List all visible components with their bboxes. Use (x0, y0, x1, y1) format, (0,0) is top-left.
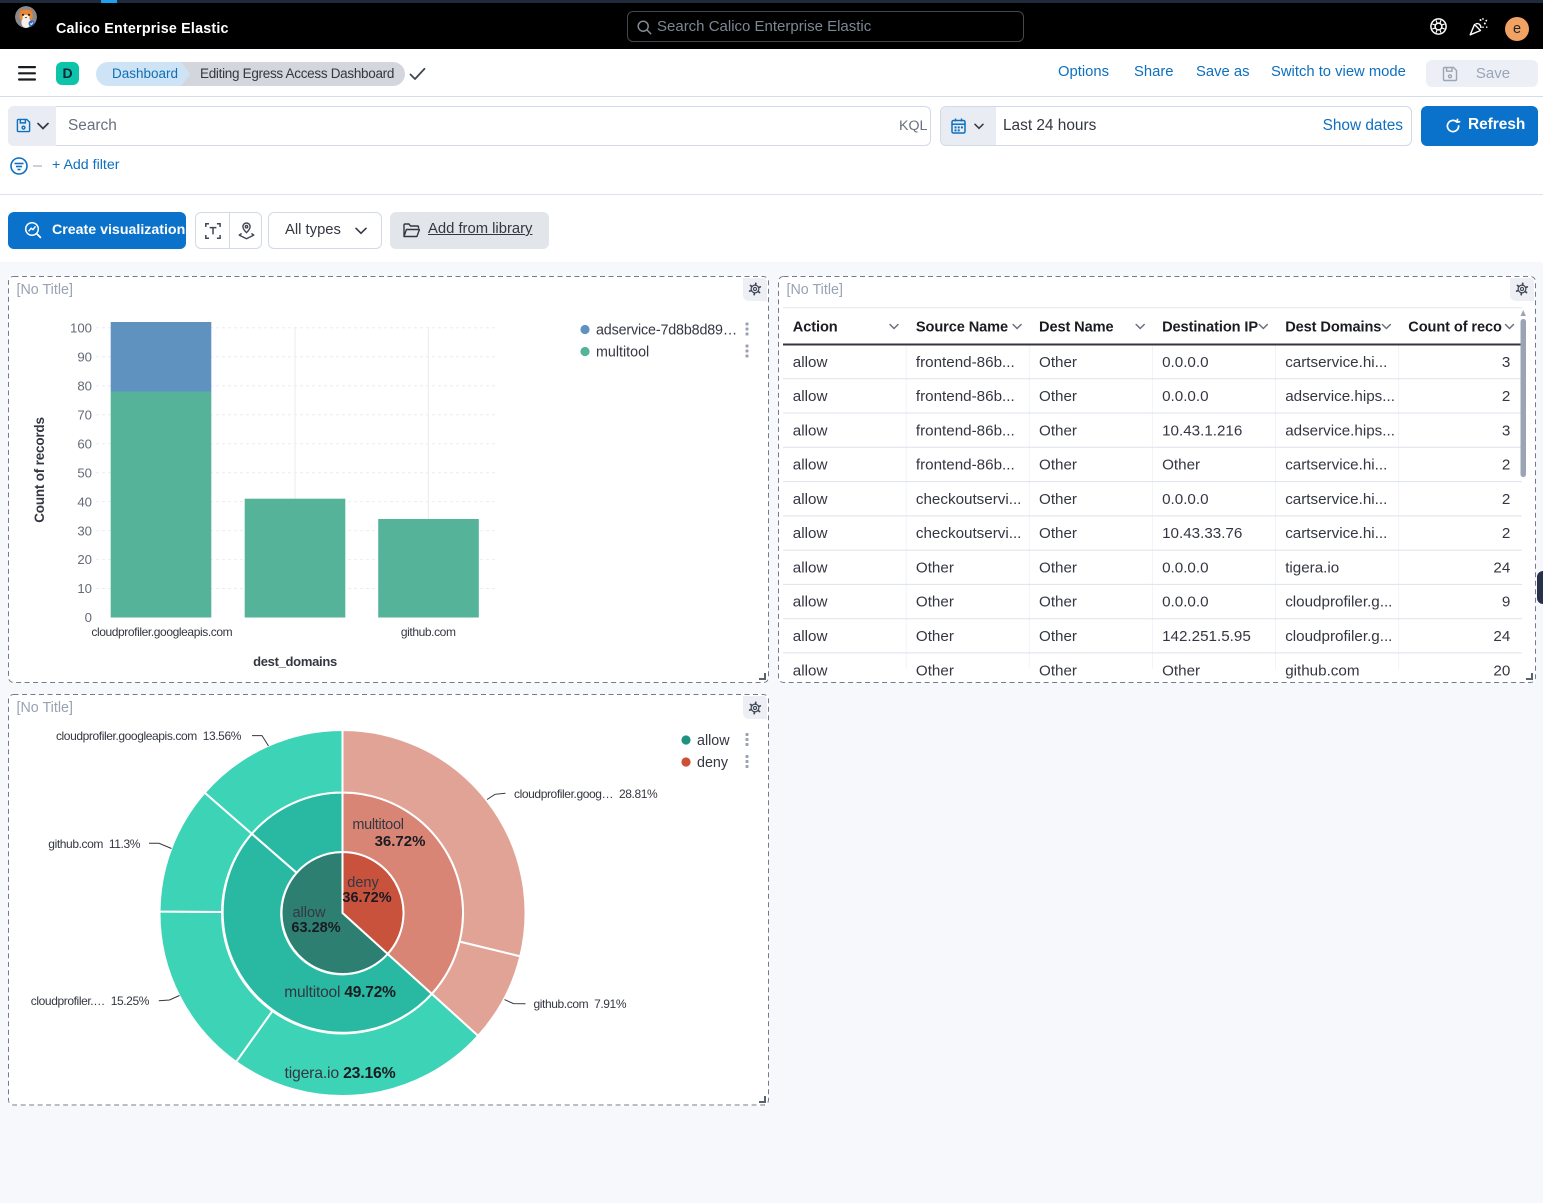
svg-text:Dest Domains: Dest Domains (1285, 319, 1381, 335)
svg-text:0.0.0.0: 0.0.0.0 (1162, 490, 1208, 507)
svg-text:allow: allow (792, 525, 827, 542)
svg-text:cloudprofiler.googleapis.com: cloudprofiler.googleapis.com 13.56% (55, 729, 241, 743)
svg-text:3: 3 (1501, 353, 1509, 370)
svg-text:frontend-86b...: frontend-86b... (915, 456, 1014, 473)
svg-text:checkoutservi...: checkoutservi... (915, 525, 1021, 542)
svg-text:10.43.1.216: 10.43.1.216 (1162, 422, 1242, 439)
svg-text:50: 50 (77, 465, 92, 480)
svg-text:cartservice.hi...: cartservice.hi... (1285, 525, 1387, 542)
svg-text:36.72%: 36.72% (374, 833, 425, 850)
svg-text:Other: Other (1162, 456, 1200, 473)
svg-text:30: 30 (77, 523, 92, 538)
svg-text:Action: Action (792, 319, 837, 335)
svg-text:allow: allow (792, 559, 827, 576)
svg-text:allow: allow (792, 353, 827, 370)
svg-text:20: 20 (1493, 662, 1510, 679)
svg-text:20: 20 (77, 552, 92, 567)
svg-text:github.com 11.3%: github.com 11.3% (48, 837, 140, 851)
svg-text:deny: deny (697, 755, 729, 771)
svg-text:Count of reco: Count of reco (1408, 319, 1502, 335)
svg-text:allow: allow (292, 905, 326, 921)
svg-text:adservice-7d8b8d89…: adservice-7d8b8d89… (596, 322, 737, 338)
svg-text:Other: Other (915, 628, 953, 645)
svg-text:0.0.0.0: 0.0.0.0 (1162, 593, 1208, 610)
svg-text:cloudprofiler.g...: cloudprofiler.g... (1285, 593, 1392, 610)
svg-text:Other: Other (1039, 593, 1077, 610)
svg-text:cloudprofiler.g...: cloudprofiler.g... (1285, 628, 1392, 645)
svg-text:Count of records: Count of records (32, 417, 47, 523)
svg-text:Other: Other (1039, 490, 1077, 507)
svg-text:multitool: multitool (596, 344, 649, 360)
svg-text:cloudprofiler.googleapis.com: cloudprofiler.googleapis.com (91, 625, 232, 639)
svg-text:deny: deny (347, 875, 379, 891)
svg-text:Other: Other (1162, 662, 1200, 679)
svg-text:checkoutservi...: checkoutservi... (915, 490, 1021, 507)
svg-text:80: 80 (77, 378, 92, 393)
svg-text:Other: Other (915, 559, 953, 576)
svg-text:2: 2 (1501, 456, 1509, 473)
svg-text:63.28%: 63.28% (291, 920, 340, 936)
svg-text:tigera.io: tigera.io (1285, 559, 1339, 576)
svg-text:github.com: github.com (400, 625, 455, 639)
svg-text:multitool 49.72%: multitool 49.72% (284, 984, 396, 1001)
svg-text:3: 3 (1501, 422, 1509, 439)
svg-text:24: 24 (1493, 628, 1510, 645)
svg-text:0.0.0.0: 0.0.0.0 (1162, 559, 1208, 576)
svg-text:40: 40 (77, 494, 92, 509)
svg-text:Other: Other (1039, 628, 1077, 645)
svg-text:github.com: github.com (1285, 662, 1359, 679)
svg-text:allow: allow (792, 422, 827, 439)
svg-text:0.0.0.0: 0.0.0.0 (1162, 388, 1208, 405)
svg-text:100: 100 (69, 320, 91, 335)
svg-text:Other: Other (1039, 422, 1077, 439)
svg-text:adservice.hips...: adservice.hips... (1285, 388, 1395, 405)
svg-text:tigera.io 23.16%: tigera.io 23.16% (284, 1065, 395, 1082)
svg-text:allow: allow (792, 388, 827, 405)
svg-text:Other: Other (1039, 525, 1077, 542)
svg-text:Dest Name: Dest Name (1039, 319, 1114, 335)
svg-text:2: 2 (1501, 388, 1509, 405)
svg-text:cloudprofiler.goog… 28.81%: cloudprofiler.goog… 28.81% (514, 787, 658, 801)
svg-text:90: 90 (77, 349, 92, 364)
svg-text:frontend-86b...: frontend-86b... (915, 422, 1014, 439)
svg-text:2: 2 (1501, 490, 1509, 507)
svg-text:cartservice.hi...: cartservice.hi... (1285, 353, 1387, 370)
svg-text:frontend-86b...: frontend-86b... (915, 353, 1014, 370)
svg-text:Destination IP: Destination IP (1162, 319, 1258, 335)
svg-text:Source Name: Source Name (915, 319, 1007, 335)
svg-text:multitool: multitool (352, 817, 403, 833)
svg-text:10.43.33.76: 10.43.33.76 (1162, 525, 1242, 542)
svg-text:70: 70 (77, 407, 92, 422)
svg-text:allow: allow (792, 490, 827, 507)
svg-text:Other: Other (915, 662, 953, 679)
svg-text:24: 24 (1493, 559, 1510, 576)
svg-text:adservice.hips...: adservice.hips... (1285, 422, 1395, 439)
svg-text:allow: allow (792, 456, 827, 473)
svg-text:9: 9 (1501, 593, 1509, 610)
svg-text:frontend-86b...: frontend-86b... (915, 388, 1014, 405)
svg-text:cartservice.hi...: cartservice.hi... (1285, 490, 1387, 507)
svg-text:Other: Other (1039, 559, 1077, 576)
svg-text:10: 10 (77, 581, 92, 596)
svg-text:dest_domains: dest_domains (253, 654, 337, 669)
svg-text:Other: Other (1039, 388, 1077, 405)
svg-text:cartservice.hi...: cartservice.hi... (1285, 456, 1387, 473)
svg-text:cloudprofiler.… 15.25%: cloudprofiler.… 15.25% (30, 994, 149, 1008)
svg-text:allow: allow (697, 733, 730, 749)
svg-text:allow: allow (792, 593, 827, 610)
svg-text:Other: Other (1039, 662, 1077, 679)
svg-text:Other: Other (1039, 353, 1077, 370)
svg-text:github.com 7.91%: github.com 7.91% (533, 997, 626, 1011)
svg-text:Other: Other (1039, 456, 1077, 473)
svg-text:2: 2 (1501, 525, 1509, 542)
svg-text:36.72%: 36.72% (342, 890, 391, 906)
svg-text:allow: allow (792, 662, 827, 679)
svg-text:0: 0 (84, 610, 91, 625)
svg-text:142.251.5.95: 142.251.5.95 (1162, 628, 1251, 645)
svg-text:60: 60 (77, 436, 92, 451)
svg-text:Other: Other (915, 593, 953, 610)
svg-text:allow: allow (792, 628, 827, 645)
svg-text:0.0.0.0: 0.0.0.0 (1162, 353, 1208, 370)
